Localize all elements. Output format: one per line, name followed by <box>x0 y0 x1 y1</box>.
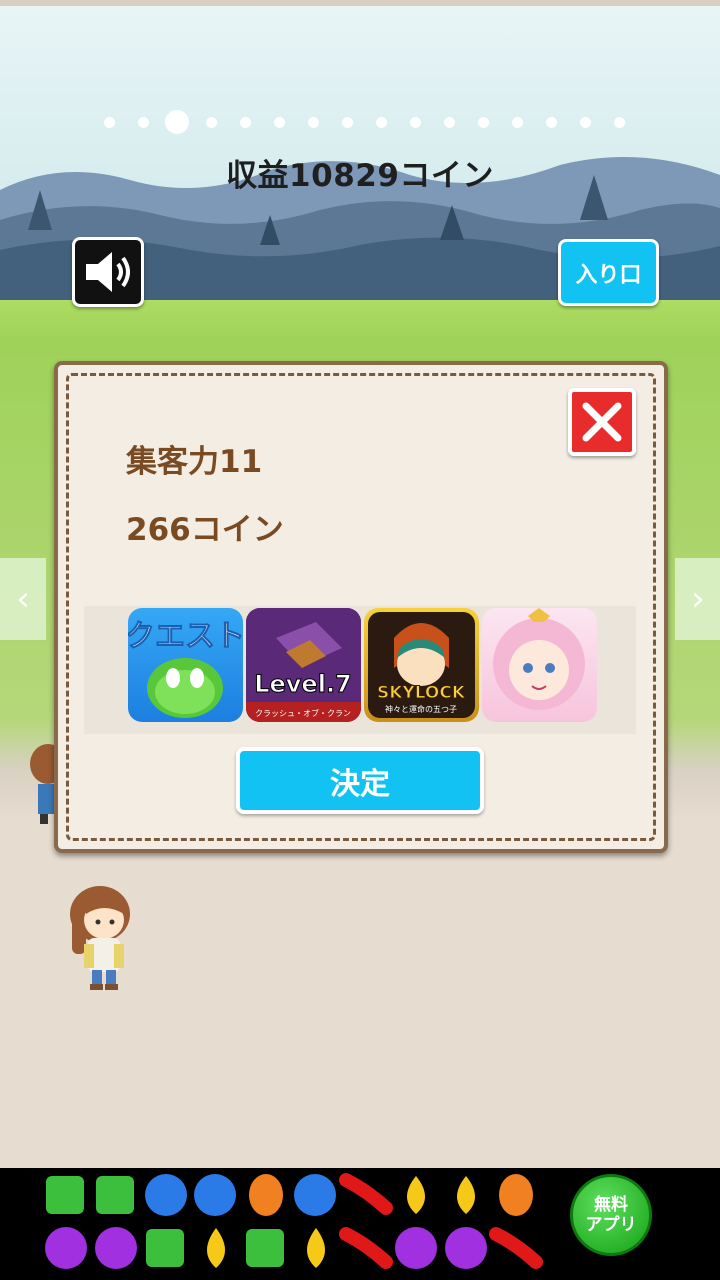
chevron-left-icon: ‹ <box>16 579 30 619</box>
app-1-art: クエスト <box>128 619 243 718</box>
app-2-art: Level.7 クラッシュ・オブ・クラン <box>246 608 361 722</box>
free-app-badge[interactable]: 無料 アプリ <box>570 1174 652 1256</box>
badge-line-2: アプリ <box>585 1215 637 1235</box>
page-dot[interactable] <box>239 117 251 128</box>
page-dot[interactable] <box>545 117 557 128</box>
ad-banner[interactable]: 無料 アプリ <box>0 1168 720 1280</box>
page-dot[interactable] <box>273 117 285 128</box>
app-2-subtitle: クラッシュ・オブ・クラン <box>255 708 351 718</box>
page-dot[interactable] <box>375 117 387 128</box>
page-dot[interactable] <box>477 117 489 128</box>
app-1-title: クエスト <box>128 619 243 654</box>
page-dot[interactable] <box>137 117 149 128</box>
page-dot[interactable] <box>341 117 353 128</box>
sound-toggle-button[interactable] <box>72 237 144 307</box>
app-3-title: SKYLOCK <box>377 683 466 703</box>
anime-girl-app-icon[interactable] <box>482 608 597 722</box>
capacity-label: 集客力11 <box>126 444 263 480</box>
page-dot-active[interactable] <box>165 110 189 134</box>
entrance-button[interactable]: 入り口 <box>558 239 659 306</box>
close-button[interactable] <box>568 388 636 456</box>
next-page-arrow[interactable]: › <box>675 558 720 640</box>
speaker-icon <box>86 252 130 292</box>
puyo-quest-app-icon[interactable]: クエスト <box>128 608 243 722</box>
page-dot[interactable] <box>511 117 523 128</box>
clash-of-clans-app-icon[interactable]: Level.7 クラッシュ・オブ・クラン <box>246 608 361 722</box>
close-icon <box>582 402 622 442</box>
confirm-button[interactable]: 決定 <box>236 747 484 814</box>
free-app-badge-text: 無料 アプリ <box>586 1195 637 1235</box>
candy-game-ad-icon <box>45 1173 543 1269</box>
app-4-art <box>493 608 585 710</box>
chevron-right-icon: › <box>691 579 705 619</box>
app-3-art: SKYLOCK 神々と運命の五つ子 <box>368 612 475 718</box>
page-dot[interactable] <box>613 117 625 128</box>
app-3-subtitle: 神々と運命の五つ子 <box>385 704 457 714</box>
page-dot[interactable] <box>103 117 115 128</box>
page-indicator <box>0 110 720 136</box>
top-edge <box>0 0 720 6</box>
page-dot[interactable] <box>443 117 455 128</box>
page-dot[interactable] <box>579 117 591 128</box>
income-label: 収益10829コイン <box>226 158 494 194</box>
badge-line-1: 無料 <box>594 1195 628 1215</box>
prev-page-arrow[interactable]: ‹ <box>0 558 46 640</box>
page-dot[interactable] <box>307 117 319 128</box>
page-dot[interactable] <box>409 117 421 128</box>
coins-label: 266コイン <box>126 512 284 548</box>
app-2-title: Level.7 <box>254 670 352 698</box>
skylock-app-icon[interactable]: SKYLOCK 神々と運命の五つ子 <box>364 608 479 722</box>
girl-character <box>70 886 130 990</box>
page-dot[interactable] <box>205 117 217 128</box>
